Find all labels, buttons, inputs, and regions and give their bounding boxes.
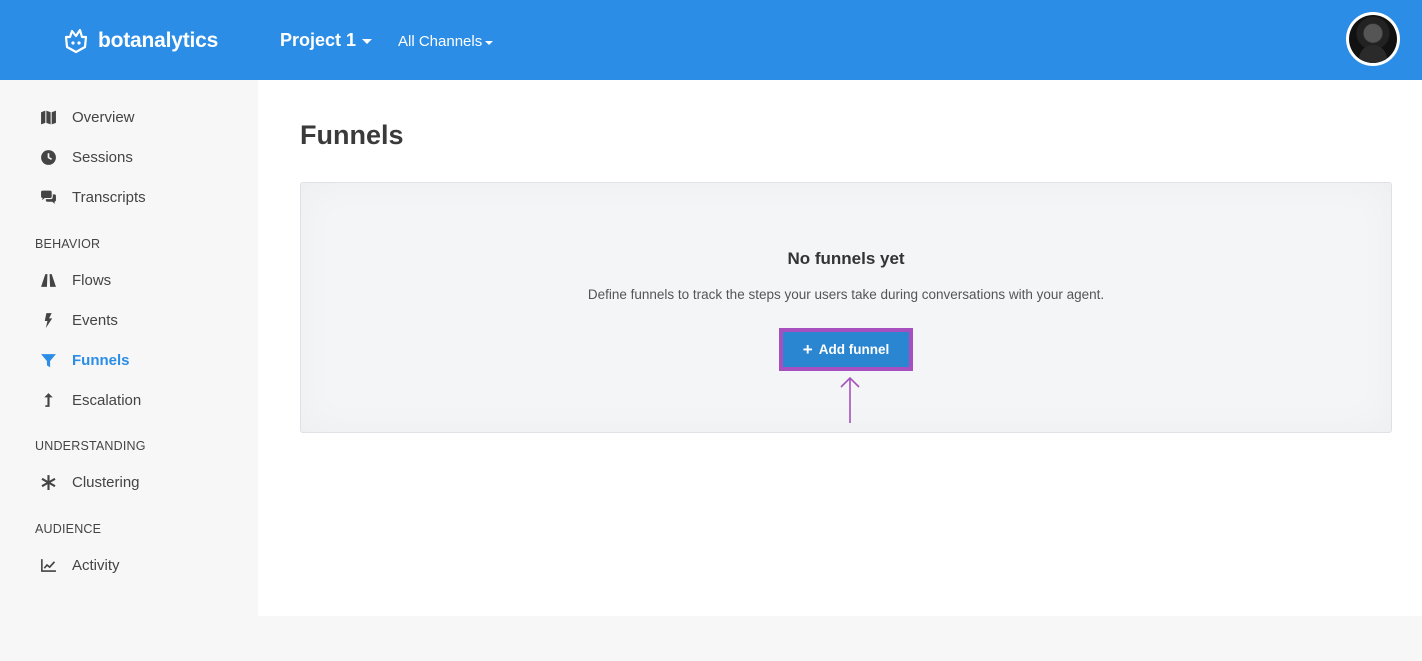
sidebar-item-label: Flows [72,271,112,289]
sidebar-item-label: Escalation [72,391,142,409]
sidebar-item-label: Funnels [72,351,130,369]
empty-state-title: No funnels yet [787,249,905,268]
section-behavior: BEHAVIOR [35,237,101,251]
sidebar-item-overview[interactable]: Overview [38,104,135,130]
add-funnel-button[interactable]: + Add funnel [779,328,913,371]
project-dropdown[interactable]: Project 1 [280,30,373,51]
sidebar-item-label: Events [72,311,118,329]
sidebar-item-label: Overview [72,108,135,126]
sidebar-item-flows[interactable]: Flows [38,267,111,293]
brand-name: botanalytics [98,29,219,52]
sidebar-item-label: Transcripts [72,188,146,206]
map-icon [38,107,58,127]
sidebar-item-label: Sessions [72,148,133,166]
sidebar-item-transcripts[interactable]: Transcripts [38,184,146,210]
empty-state-card: No funnels yet Define funnels to track t… [300,182,1392,433]
top-bar: botanalytics Project 1 All Channels [0,0,1422,80]
line-chart-icon [38,555,58,575]
user-avatar[interactable] [1346,12,1400,66]
add-funnel-label: Add funnel [818,342,890,357]
section-understanding: UNDERSTANDING [35,439,146,453]
empty-state-description: Define funnels to track the steps your u… [587,287,1105,302]
logo-icon [64,28,88,54]
sidebar-item-escalation[interactable]: Escalation [38,387,141,413]
footer-strip [0,616,1422,661]
brand-logo[interactable]: botanalytics [62,26,218,56]
sidebar: Overview Sessions Transcripts BEHAVIOR F… [0,80,258,616]
plus-icon: + [802,340,813,359]
sidebar-item-sessions[interactable]: Sessions [38,144,133,170]
sidebar-item-funnels[interactable]: Funnels [38,347,130,373]
channels-dropdown[interactable]: All Channels [398,33,494,50]
sidebar-item-label: Activity [72,556,120,574]
chevron-down-icon [362,39,373,44]
filter-icon [38,350,58,370]
asterisk-icon [38,472,58,492]
arrow-up-icon [38,390,58,410]
avatar-image [1349,15,1397,63]
sidebar-item-clustering[interactable]: Clustering [38,469,140,495]
sidebar-item-label: Clustering [72,473,140,491]
section-audience: AUDIENCE [35,522,102,536]
chevron-down-icon [485,40,494,45]
sidebar-item-events[interactable]: Events [38,307,118,333]
project-label: Project 1 [280,30,357,50]
channels-label: All Channels [398,33,483,50]
annotation-arrow-icon [840,376,860,423]
clock-icon [38,147,58,167]
sidebar-item-activity[interactable]: Activity [38,552,120,578]
chat-icon [38,187,58,207]
road-icon [38,270,58,290]
add-funnel-button-body: + Add funnel [783,332,909,367]
page-title: Funnels [300,120,404,150]
bolt-icon [38,310,58,330]
main-content: Funnels No funnels yet Define funnels to… [258,80,1422,616]
